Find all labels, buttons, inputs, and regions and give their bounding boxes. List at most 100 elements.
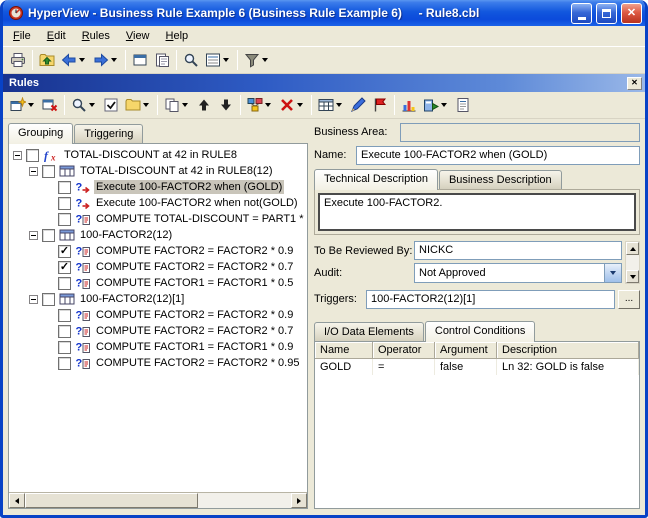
- tree-item[interactable]: ?Execute 100-FACTOR2 when not(GOLD): [12, 195, 307, 211]
- tree-checkbox[interactable]: [58, 341, 71, 354]
- folder-up-button[interactable]: [36, 49, 58, 71]
- tree-item[interactable]: ?COMPUTE FACTOR1 = FACTOR1 * 0.5: [12, 275, 307, 291]
- tree-item[interactable]: ✓?COMPUTE FACTOR2 = FACTOR2 * 0.7: [12, 259, 307, 275]
- scroll-up-button[interactable]: [626, 242, 639, 255]
- export-button[interactable]: [420, 94, 452, 116]
- tree-item[interactable]: ?Execute 100-FACTOR2 when (GOLD): [12, 179, 307, 195]
- tab-triggering[interactable]: Triggering: [74, 124, 143, 143]
- tree-checkbox[interactable]: [58, 197, 71, 210]
- grid-button[interactable]: [315, 94, 347, 116]
- tree-checkbox[interactable]: [58, 325, 71, 338]
- tree-item[interactable]: fxTOTAL-DISCOUNT at 42 in RULE8: [12, 147, 307, 163]
- tree-item[interactable]: 100-FACTOR2(12): [12, 227, 307, 243]
- scroll-down-button[interactable]: [626, 270, 639, 283]
- delete-rule-button[interactable]: [39, 94, 61, 116]
- menu-view[interactable]: View: [118, 28, 158, 45]
- minimize-button[interactable]: [571, 3, 592, 24]
- triggers-browse-button[interactable]: ...: [618, 290, 640, 309]
- copy-dropdown-arrow[interactable]: [180, 94, 190, 116]
- validate-button[interactable]: [100, 94, 122, 116]
- tree-checkbox[interactable]: [58, 357, 71, 370]
- delete-x-button[interactable]: [276, 94, 308, 116]
- column-header-argument[interactable]: Argument: [435, 342, 497, 359]
- tree-item[interactable]: 100-FACTOR2(12)[1]: [12, 291, 307, 307]
- move-up-button[interactable]: [193, 94, 215, 116]
- expander-icon[interactable]: [29, 167, 38, 176]
- tree-horizontal-scrollbar[interactable]: [9, 492, 307, 508]
- scroll-left-button[interactable]: [9, 493, 25, 508]
- titlebar[interactable]: HyperView - Business Rule Example 6 (Bus…: [3, 0, 645, 26]
- delete-x-dropdown-arrow[interactable]: [295, 94, 305, 116]
- tree-checkbox[interactable]: [58, 309, 71, 322]
- tree-checkbox[interactable]: [26, 149, 39, 162]
- triggers-field[interactable]: 100-FACTOR2(12)[1]: [366, 290, 615, 309]
- triggering-button[interactable]: [244, 94, 276, 116]
- column-header-operator[interactable]: Operator: [373, 342, 435, 359]
- expander-icon[interactable]: [29, 231, 38, 240]
- tree-item[interactable]: ?COMPUTE FACTOR2 = FACTOR2 * 0.7: [12, 323, 307, 339]
- tree-checkbox[interactable]: ✓: [58, 245, 71, 258]
- list-view-button[interactable]: [202, 49, 234, 71]
- tab-business-description[interactable]: Business Description: [439, 170, 562, 189]
- tree-item[interactable]: ?COMPUTE TOTAL-DISCOUNT = PART1 *: [12, 211, 307, 227]
- name-field[interactable]: Execute 100-FACTOR2 when (GOLD): [356, 146, 640, 165]
- tree-checkbox[interactable]: [42, 293, 55, 306]
- panel-close-button[interactable]: ✕: [627, 77, 642, 90]
- tree-item[interactable]: ?COMPUTE FACTOR2 = FACTOR2 * 0.95: [12, 355, 307, 371]
- tree-checkbox[interactable]: [58, 277, 71, 290]
- back-button[interactable]: [58, 49, 90, 71]
- tab-technical-description[interactable]: Technical Description: [314, 169, 438, 190]
- folder-button[interactable]: [122, 94, 154, 116]
- filter-button[interactable]: [241, 49, 273, 71]
- list-view-dropdown-arrow[interactable]: [221, 49, 231, 71]
- move-down-button[interactable]: [215, 94, 237, 116]
- filter-dropdown-arrow[interactable]: [260, 49, 270, 71]
- new-rule-button[interactable]: [7, 94, 39, 116]
- search-rules-dropdown-arrow[interactable]: [87, 94, 97, 116]
- tab-control-conditions[interactable]: Control Conditions: [425, 321, 536, 342]
- forward-dropdown-arrow[interactable]: [109, 49, 119, 71]
- new-window-button[interactable]: [129, 49, 151, 71]
- tree-checkbox[interactable]: [42, 229, 55, 242]
- report-button[interactable]: [452, 94, 474, 116]
- expander-icon[interactable]: [29, 295, 38, 304]
- chart-button[interactable]: [398, 94, 420, 116]
- menu-edit[interactable]: Edit: [39, 28, 74, 45]
- forward-button[interactable]: [90, 49, 122, 71]
- flag-button[interactable]: [369, 94, 391, 116]
- tree-checkbox[interactable]: ✓: [58, 261, 71, 274]
- tree-item[interactable]: ?COMPUTE FACTOR2 = FACTOR2 * 0.9: [12, 307, 307, 323]
- tree-checkbox[interactable]: [58, 181, 71, 194]
- clipboard-button[interactable]: [151, 49, 173, 71]
- menu-rules[interactable]: Rules: [74, 28, 118, 45]
- tree-item[interactable]: TOTAL-DISCOUNT at 42 in RULE8(12): [12, 163, 307, 179]
- search-rules-button[interactable]: [68, 94, 100, 116]
- export-dropdown-arrow[interactable]: [439, 94, 449, 116]
- scroll-thumb[interactable]: [25, 493, 198, 508]
- tab-grouping[interactable]: Grouping: [8, 123, 73, 144]
- column-header-name[interactable]: Name: [315, 342, 373, 359]
- audit-dropdown[interactable]: Not Approved: [414, 263, 622, 283]
- reviewed-by-field[interactable]: NICKC: [414, 241, 622, 260]
- folder-dropdown-arrow[interactable]: [141, 94, 151, 116]
- maximize-button[interactable]: [596, 3, 617, 24]
- table-row[interactable]: GOLD=falseLn 32: GOLD is false: [315, 359, 639, 375]
- tab-i-o-data-elements[interactable]: I/O Data Elements: [314, 322, 424, 341]
- search-button[interactable]: [180, 49, 202, 71]
- grid-dropdown-arrow[interactable]: [334, 94, 344, 116]
- audit-dropdown-button[interactable]: [604, 264, 621, 282]
- printer-button[interactable]: [7, 49, 29, 71]
- menu-file[interactable]: File: [5, 28, 39, 45]
- tree-checkbox[interactable]: [58, 213, 71, 226]
- pen-button[interactable]: [347, 94, 369, 116]
- copy-button[interactable]: [161, 94, 193, 116]
- new-rule-dropdown-arrow[interactable]: [26, 94, 36, 116]
- close-button[interactable]: ✕: [621, 3, 642, 24]
- tree-checkbox[interactable]: [42, 165, 55, 178]
- triggering-dropdown-arrow[interactable]: [263, 94, 273, 116]
- tree-item[interactable]: ✓?COMPUTE FACTOR2 = FACTOR2 * 0.9: [12, 243, 307, 259]
- fields-vertical-scrollbar[interactable]: [625, 241, 640, 284]
- expander-icon[interactable]: [13, 151, 22, 160]
- scroll-right-button[interactable]: [291, 493, 307, 508]
- scroll-track[interactable]: [25, 493, 291, 508]
